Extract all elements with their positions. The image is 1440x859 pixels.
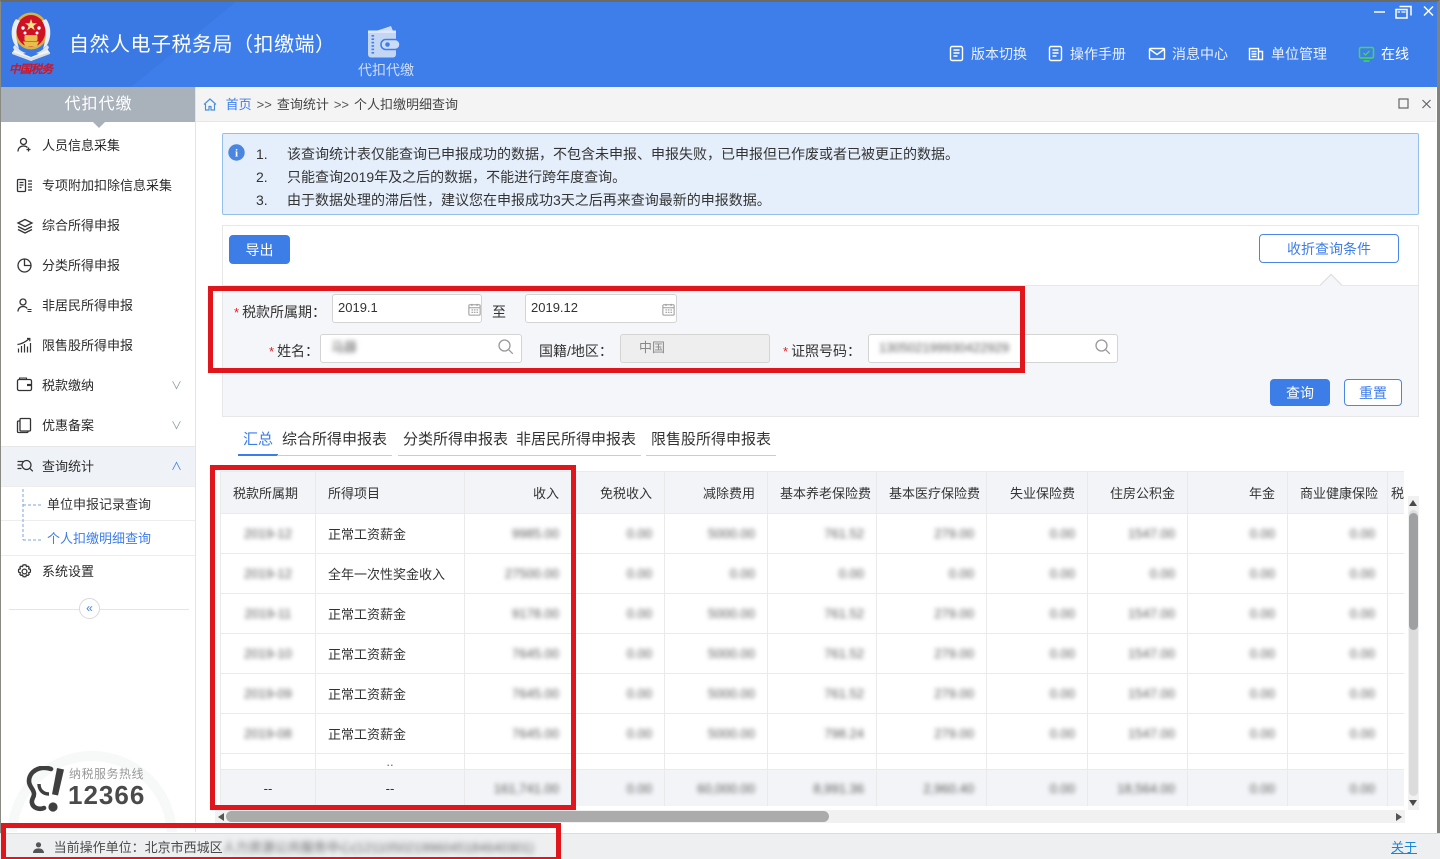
svg-text:i: i xyxy=(235,148,238,160)
svg-text:中国税务: 中国税务 xyxy=(9,63,54,76)
